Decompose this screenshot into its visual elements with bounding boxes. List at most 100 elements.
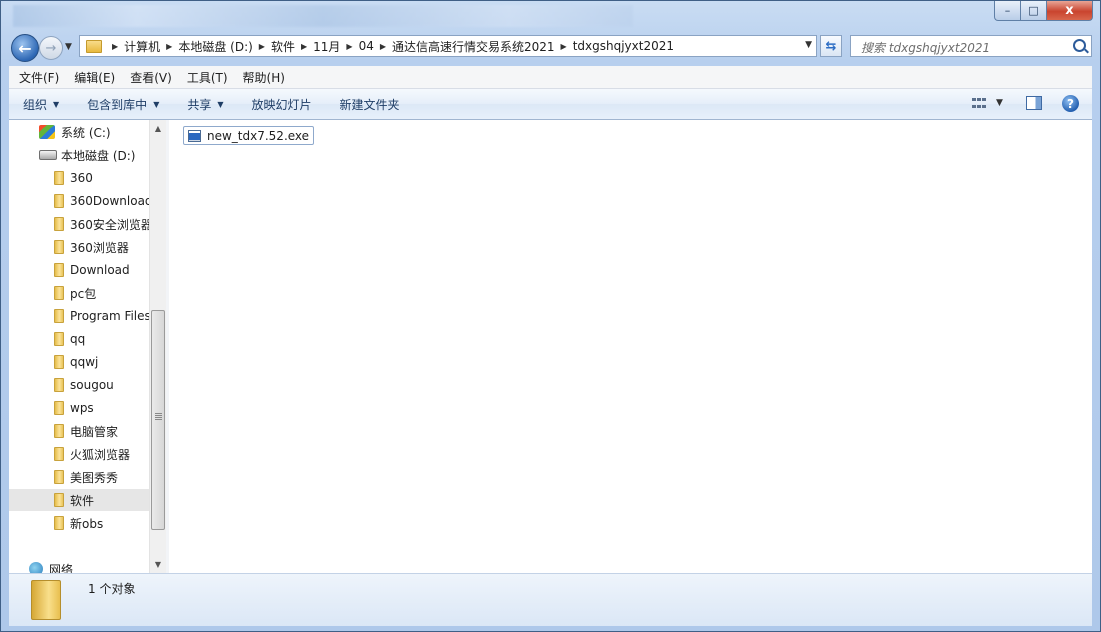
tree-item-label: wps [70,401,94,415]
tree-item-label: 新obs [70,516,104,531]
breadcrumb-current-folder[interactable]: tdxgshqjyxt2021 [573,39,674,53]
recent-pages-dropdown[interactable]: ▼ [65,42,72,52]
tree-item-label: 网络 [49,562,74,574]
folder-icon [54,240,64,254]
breadcrumb-local-disk[interactable]: 本地磁盘 (D:) [178,38,252,55]
share-label: 共享 [187,97,212,112]
tree-folder[interactable]: Download [9,259,149,281]
tree-item-label: 360浏览器 [70,240,129,255]
tree-folder[interactable]: pc包 [9,282,149,304]
scrollbar-thumb[interactable] [151,310,165,530]
tree-item-label: 系统 (C:) [61,125,111,140]
chevron-right-icon[interactable]: ▶ [253,42,271,51]
tree-folder[interactable]: 360安全浏览器 [9,213,149,235]
tree-item-label: Program Files [70,309,149,323]
details-pane: 1 个对象 [9,573,1092,626]
folder-icon [86,39,102,53]
breadcrumb-tdx-system[interactable]: 通达信高速行情交易系统2021 [392,38,555,55]
tree-folder[interactable]: 美图秀秀 [9,466,149,488]
menu-view[interactable]: 查看(V) [125,69,177,86]
grip-icon [155,413,162,421]
back-button[interactable]: ← [11,34,39,62]
tree-folder[interactable]: sougou [9,374,149,396]
minimize-button[interactable]: – [994,1,1021,21]
folder-icon [54,286,64,300]
change-view-icon[interactable] [972,98,986,110]
new-folder-button[interactable]: 新建文件夹 [330,96,410,113]
tree-folder[interactable]: qqwj [9,351,149,373]
caret-down-icon: ▼ [217,99,224,109]
menu-file[interactable]: 文件(F) [14,69,64,86]
view-options-dropdown[interactable]: ▼ [996,98,1003,108]
file-name: new_tdx7.52.exe [207,128,310,143]
tree-folder[interactable]: 电脑管家 [9,420,149,442]
tree-item-label: Download [70,263,130,277]
breadcrumb-computer[interactable]: 计算机 [124,38,160,55]
caret-down-icon: ▼ [53,99,60,109]
tree-item-label: 360Download [70,194,149,208]
include-library-label: 包含到库中 [87,97,148,112]
tree-item-label: pc包 [70,286,97,301]
folder-icon [54,447,64,461]
tree-item-system-c[interactable]: 系统 (C:) [9,121,149,143]
windows-drive-icon [39,125,55,139]
slideshow-button[interactable]: 放映幻灯片 [242,96,322,113]
tree-folder[interactable]: 360Download [9,190,149,212]
tree-folder[interactable]: wps [9,397,149,419]
tree-item-local-disk-d[interactable]: 本地磁盘 (D:) [9,144,149,166]
maximize-icon: □ [1028,4,1039,17]
tree-folder[interactable]: 新obs [9,512,149,534]
forward-button[interactable]: → [39,36,63,60]
minimize-icon: – [1004,4,1011,17]
tree-item-label: sougou [70,378,114,392]
tree-item-network[interactable]: 网络 [9,558,149,573]
scroll-down-icon[interactable]: ▼ [150,556,166,573]
chevron-right-icon[interactable]: ▶ [555,42,573,51]
breadcrumb-day[interactable]: 04 [359,39,374,53]
refresh-button[interactable]: ⇆ [820,35,842,57]
maximize-button[interactable]: □ [1020,1,1047,21]
command-bar: 组织 ▼ 包含到库中 ▼ 共享 ▼ 放映幻灯片 新建文件夹 ▼ ? [9,89,1092,120]
folder-icon [54,355,64,369]
navigation-scrollbar[interactable]: ▲ ▼ [149,120,166,573]
chevron-right-icon[interactable]: ▶ [106,42,124,51]
chevron-right-icon[interactable]: ▶ [340,42,358,51]
search-icon[interactable] [1073,39,1086,52]
organize-button[interactable]: 组织 ▼ [13,96,69,113]
menu-tools[interactable]: 工具(T) [182,69,233,86]
chevron-right-icon[interactable]: ▶ [160,42,178,51]
explorer-window: – □ x ← → ▼ ▶ 计算机 ▶ 本地磁盘 (D:) ▶ 软件 ▶ 11月 ▶ 04… [0,0,1101,632]
address-bar[interactable]: ▶ 计算机 ▶ 本地磁盘 (D:) ▶ 软件 ▶ 11月 ▶ 04 ▶ 通达信高速行情交易系… [79,35,817,57]
search-input[interactable]: 搜索 tdxgshqjyxt2021 [850,35,1092,57]
folder-icon [54,194,64,208]
slideshow-label: 放映幻灯片 [251,97,312,112]
close-icon: x [1065,3,1074,18]
close-button[interactable]: x [1046,1,1093,21]
address-dropdown-icon[interactable]: ▼ [805,40,812,50]
tree-folder[interactable]: 360浏览器 [9,236,149,258]
chevron-right-icon[interactable]: ▶ [374,42,392,51]
file-item[interactable]: new_tdx7.52.exe [183,126,315,145]
preview-pane-icon[interactable] [1026,96,1042,110]
chevron-right-icon[interactable]: ▶ [295,42,313,51]
tree-folder[interactable]: qq [9,328,149,350]
file-list[interactable]: new_tdx7.52.exe [169,120,1092,573]
tree-folder[interactable]: Program Files [9,305,149,327]
tree-folder-selected[interactable]: 软件 [9,489,149,511]
folder-icon [54,401,64,415]
help-icon[interactable]: ? [1062,95,1079,112]
navigation-pane: 系统 (C:) 本地磁盘 (D:) 360 360Download 360安全浏… [9,120,149,573]
share-button[interactable]: 共享 ▼ [177,96,233,113]
menu-help[interactable]: 帮助(H) [238,69,290,86]
tree-item-label: 软件 [70,493,95,508]
tree-folder[interactable]: 火狐浏览器 [9,443,149,465]
menu-edit[interactable]: 编辑(E) [69,69,120,86]
tree-folder[interactable]: 360 [9,167,149,189]
folder-icon [54,217,64,231]
breadcrumb-month[interactable]: 11月 [313,38,340,55]
include-in-library-button[interactable]: 包含到库中 ▼ [77,96,169,113]
scroll-up-icon[interactable]: ▲ [150,120,166,137]
breadcrumb-software[interactable]: 软件 [271,38,295,55]
folder-icon [54,171,64,185]
tree-item-label: 美图秀秀 [70,470,119,485]
